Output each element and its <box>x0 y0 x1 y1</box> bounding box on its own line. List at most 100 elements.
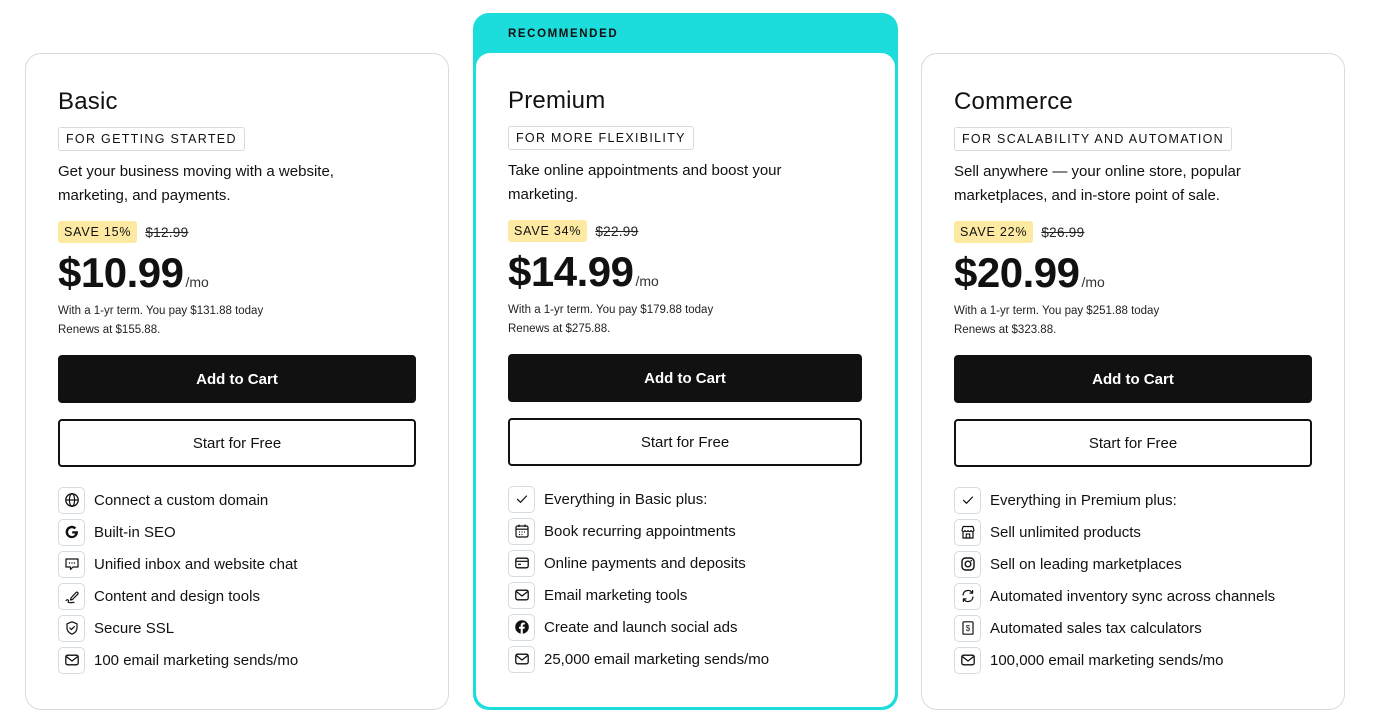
feature-text: Connect a custom domain <box>94 491 269 509</box>
term-line: With a 1-yr term. You pay $251.88 today <box>954 305 1160 317</box>
add-to-cart-button[interactable]: Add to Cart <box>508 354 862 402</box>
check-icon <box>508 485 535 513</box>
renewal-line: Renews at $155.88. <box>58 324 161 336</box>
save-badge: SAVE 15% <box>58 221 138 243</box>
original-price: $22.99 <box>595 223 639 239</box>
term-info: With a 1-yr term. You pay $131.88 today … <box>58 302 263 340</box>
price-period: /mo <box>1081 274 1105 290</box>
discount-row: SAVE 15% $12.99 <box>58 221 188 243</box>
mail-icon <box>58 646 85 674</box>
term-info: With a 1-yr term. You pay $251.88 today … <box>954 302 1159 340</box>
shield-icon <box>58 614 85 642</box>
term-info: With a 1-yr term. You pay $179.88 today … <box>508 301 713 339</box>
feature-item: 25,000 email marketing sends/mo <box>508 643 769 675</box>
feature-item: Built-in SEO <box>58 516 298 548</box>
renewal-line: Renews at $275.88. <box>508 323 611 335</box>
feature-item: Everything in Premium plus: <box>954 484 1275 516</box>
plan-description: Get your business moving with a website,… <box>58 163 334 204</box>
feature-list: Connect a custom domain Built-in SEO Unifi… <box>58 484 298 676</box>
tax-icon: $ <box>954 614 981 642</box>
renewal-line: Renews at $323.88. <box>954 324 1057 336</box>
mail-icon <box>508 581 535 609</box>
feature-item: Automated inventory sync across channels <box>954 580 1275 612</box>
original-price: $12.99 <box>145 224 189 240</box>
plan-description: Sell anywhere — your online store, popul… <box>954 163 1241 204</box>
add-to-cart-button[interactable]: Add to Cart <box>58 355 416 403</box>
feature-item: 100 email marketing sends/mo <box>58 644 298 676</box>
plan-card-basic: Basic FOR GETTING STARTED Get your busin… <box>25 53 449 710</box>
feature-item: Secure SSL <box>58 612 298 644</box>
feature-text: Built-in SEO <box>94 523 176 541</box>
feature-text: Unified inbox and website chat <box>94 555 298 573</box>
google-icon <box>58 518 85 546</box>
facebook-icon <box>508 613 535 641</box>
plan-name: Commerce <box>954 88 1073 115</box>
plan-card-commerce: Commerce FOR SCALABILITY AND AUTOMATION … <box>921 53 1345 710</box>
plan-tagline: FOR GETTING STARTED <box>58 127 245 151</box>
mail-icon <box>954 646 981 674</box>
plan-description: Take online appointments and boost your … <box>508 162 782 203</box>
card-icon <box>508 549 535 577</box>
price-period: /mo <box>185 274 209 290</box>
storefront-icon <box>954 518 981 546</box>
feature-item: Create and launch social ads <box>508 611 769 643</box>
feature-text: Online payments and deposits <box>544 554 746 572</box>
price: $14.99 <box>508 248 634 295</box>
plan-card-premium: Premium FOR MORE FLEXIBILITY Take online… <box>476 53 895 707</box>
feature-item: Email marketing tools <box>508 579 769 611</box>
chat-icon <box>58 550 85 578</box>
price-period: /mo <box>635 273 659 289</box>
price-row: $20.99 /mo <box>954 249 1105 297</box>
feature-list: Everything in Basic plus: Book recurring … <box>508 483 769 675</box>
feature-item: Book recurring appointments <box>508 515 769 547</box>
feature-item: Sell on leading marketplaces <box>954 548 1275 580</box>
feature-text: 100 email marketing sends/mo <box>94 651 299 669</box>
feature-text: Create and launch social ads <box>544 618 738 636</box>
feature-text: Automated inventory sync across channels <box>990 587 1276 605</box>
recommended-label: RECOMMENDED <box>508 28 619 40</box>
feature-item: $ Automated sales tax calculators <box>954 612 1275 644</box>
start-for-free-button[interactable]: Start for Free <box>508 418 862 466</box>
feature-item: 100,000 email marketing sends/mo <box>954 644 1275 676</box>
feature-text: Sell unlimited products <box>990 523 1141 541</box>
start-for-free-button[interactable]: Start for Free <box>954 419 1312 467</box>
feature-text: Secure SSL <box>94 619 175 637</box>
original-price: $26.99 <box>1041 224 1085 240</box>
feature-item: Everything in Basic plus: <box>508 483 769 515</box>
feature-text: Book recurring appointments <box>544 522 736 540</box>
feature-text: 25,000 email marketing sends/mo <box>544 650 770 668</box>
price-row: $14.99 /mo <box>508 248 659 296</box>
feature-text: Everything in Premium plus: <box>990 491 1177 509</box>
term-line: With a 1-yr term. You pay $131.88 today <box>58 305 264 317</box>
add-to-cart-button[interactable]: Add to Cart <box>954 355 1312 403</box>
discount-row: SAVE 22% $26.99 <box>954 221 1084 243</box>
globe-icon <box>58 486 85 514</box>
check-icon <box>954 486 981 514</box>
svg-text:$: $ <box>965 624 970 633</box>
feature-list: Everything in Premium plus: Sell unlimite… <box>954 484 1275 676</box>
feature-item: Online payments and deposits <box>508 547 769 579</box>
feature-item: Content and design tools <box>58 580 298 612</box>
start-for-free-button[interactable]: Start for Free <box>58 419 416 467</box>
term-line: With a 1-yr term. You pay $179.88 today <box>508 304 714 316</box>
feature-item: Sell unlimited products <box>954 516 1275 548</box>
feature-text: Content and design tools <box>94 587 260 605</box>
feature-text: 100,000 email marketing sends/mo <box>990 651 1224 669</box>
plan-tagline: FOR SCALABILITY AND AUTOMATION <box>954 127 1232 151</box>
save-badge: SAVE 22% <box>954 221 1034 243</box>
calendar-icon <box>508 517 535 545</box>
feature-text: Sell on leading marketplaces <box>990 555 1182 573</box>
discount-row: SAVE 34% $22.99 <box>508 220 638 242</box>
feature-item: Unified inbox and website chat <box>58 548 298 580</box>
price: $20.99 <box>954 249 1080 296</box>
sync-icon <box>954 582 981 610</box>
mail-icon <box>508 645 535 673</box>
price-row: $10.99 /mo <box>58 249 209 297</box>
plan-name: Basic <box>58 88 118 115</box>
plan-tagline: FOR MORE FLEXIBILITY <box>508 126 694 150</box>
feature-text: Everything in Basic plus: <box>544 490 708 508</box>
pen-icon <box>58 582 85 610</box>
recommended-wrapper: RECOMMENDED Premium FOR MORE FLEXIBILITY… <box>473 13 898 710</box>
price: $10.99 <box>58 249 184 296</box>
save-badge: SAVE 34% <box>508 220 588 242</box>
